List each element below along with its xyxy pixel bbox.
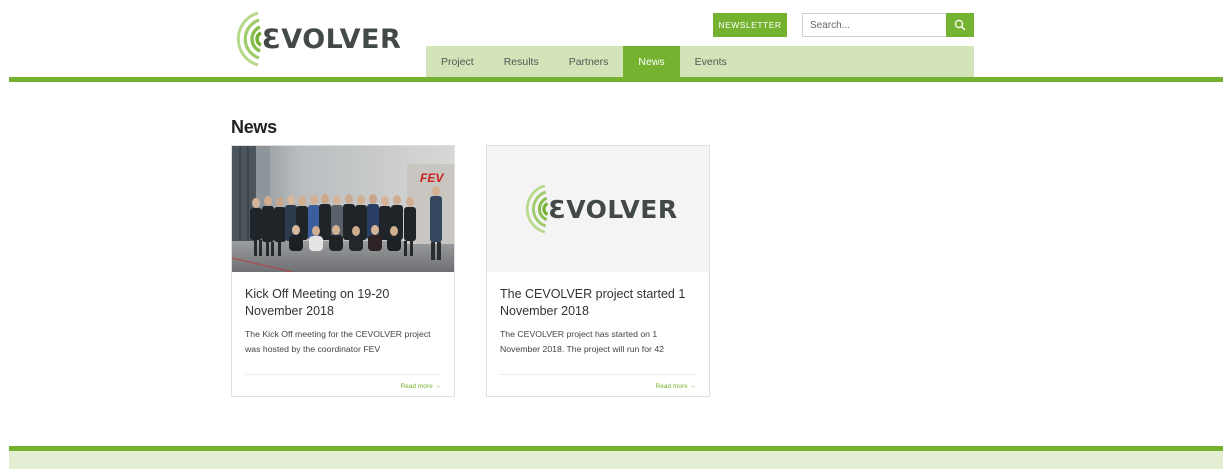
read-more-label: Read more — [655, 383, 688, 390]
read-more-link[interactable]: Read more → — [656, 383, 696, 390]
search-icon — [954, 19, 966, 31]
header-divider — [9, 77, 1223, 82]
group-photo-image: FEV — [232, 146, 454, 272]
news-card-image[interactable]: ƐVOLVER — [487, 146, 709, 272]
card-divider — [245, 374, 441, 375]
card-divider — [500, 374, 696, 375]
nav-item-events[interactable]: Events — [680, 46, 742, 77]
logo-mark-icon — [526, 184, 549, 234]
read-more-label: Read more — [400, 383, 433, 390]
site-logo[interactable]: ƐVOLVER — [228, 10, 401, 68]
logo-wordmark: ƐVOLVER — [548, 194, 678, 224]
nav-item-partners[interactable]: Partners — [554, 46, 624, 77]
site-header: ƐVOLVER NEWSLETTER Project Results Partn… — [0, 0, 1223, 84]
site-footer — [9, 451, 1223, 469]
news-card-excerpt: The Kick Off meeting for the CEVOLVER pr… — [245, 329, 431, 354]
main-nav: Project Results Partners News Events — [426, 46, 974, 77]
logo-wordmark: ƐVOLVER — [262, 23, 402, 55]
nav-item-project[interactable]: Project — [426, 46, 489, 77]
news-card-title[interactable]: Kick Off Meeting on 19-20 November 2018 — [245, 286, 442, 320]
arrow-right-icon: → — [689, 383, 697, 390]
logo-mark-icon — [236, 11, 262, 67]
news-card[interactable]: ƐVOLVER The CEVOLVER project started 1 N… — [486, 145, 710, 397]
nav-item-news[interactable]: News — [623, 46, 680, 77]
news-card-image[interactable]: FEV — [232, 146, 454, 272]
newsletter-button[interactable]: NEWSLETTER — [713, 13, 787, 37]
svg-text:FEV: FEV — [420, 171, 444, 185]
read-more-link[interactable]: Read more → — [401, 383, 441, 390]
news-card[interactable]: FEV Kick Off Meeting on 19-20 November 2… — [231, 145, 455, 397]
cevolver-logo-image: ƐVOLVER — [518, 183, 677, 235]
news-card-excerpt: The CEVOLVER project has started on 1 No… — [500, 329, 665, 354]
search-form — [802, 13, 974, 37]
search-button[interactable] — [946, 13, 974, 37]
page-title: News — [231, 117, 277, 137]
arrow-right-icon: → — [434, 383, 442, 390]
search-input[interactable] — [802, 13, 946, 37]
nav-item-results[interactable]: Results — [489, 46, 554, 77]
news-card-title[interactable]: The CEVOLVER project started 1 November … — [500, 286, 697, 320]
